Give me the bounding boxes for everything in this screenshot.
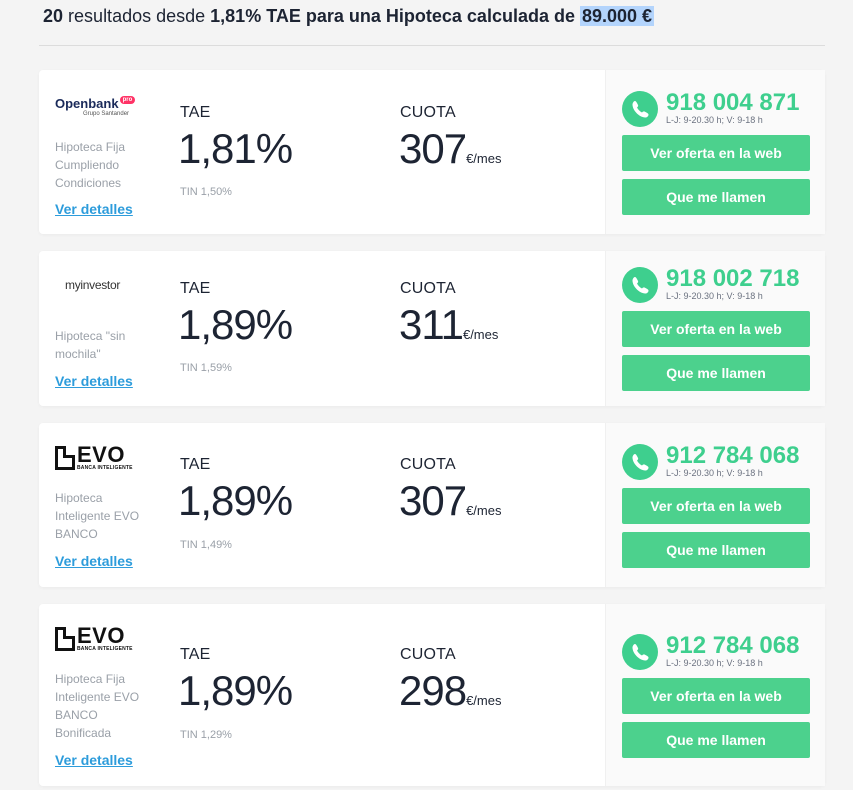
evo-logo: EVO BANCA INTELIGENTE <box>55 625 133 652</box>
tae-value: 1,89% <box>178 477 293 524</box>
contact-panel: 918 004 871 L-J: 9-20.30 h; V: 9-18 h Ve… <box>605 70 825 234</box>
tae-label: TAE <box>180 646 211 663</box>
results-count: 20 <box>43 6 64 26</box>
web-offer-button[interactable]: Ver oferta en la web <box>622 135 810 171</box>
results-summary: 20 resultados desde 1,81% TAE para una H… <box>43 6 655 27</box>
call-me-button[interactable]: Que me llamen <box>622 722 810 758</box>
results-text: resultados desde <box>68 6 206 26</box>
phone-icon[interactable] <box>622 91 658 127</box>
offer-info: myinvestor Hipoteca "sin mochila" Ver de… <box>39 251 605 406</box>
results-text-2: para una Hipoteca calculada de <box>305 6 575 26</box>
product-name: Hipoteca Fija Cumpliendo Condiciones <box>55 140 126 190</box>
contact-panel: 918 002 718 L-J: 9-20.30 h; V: 9-18 h Ve… <box>605 251 825 406</box>
cuota-unit: €/mes <box>466 693 502 708</box>
tin-value: TIN 1,50% <box>180 186 232 198</box>
tin-value: TIN 1,59% <box>180 362 232 374</box>
phone-number[interactable]: 912 784 068 <box>666 632 799 660</box>
phone-number[interactable]: 918 004 871 <box>666 89 799 117</box>
product-name: Hipoteca Inteligente EVO BANCO <box>55 491 140 541</box>
phone-number[interactable]: 912 784 068 <box>666 442 799 470</box>
cuota-unit: €/mes <box>462 327 499 342</box>
cuota-value: 307€/mes <box>399 477 502 524</box>
cuota-value: 311€/mes <box>399 301 499 348</box>
cuota-label: CUOTA <box>400 646 456 663</box>
product-name: Hipoteca "sin mochila" <box>55 329 126 361</box>
phone-hours: L-J: 9-20.30 h; V: 9-18 h <box>666 658 763 668</box>
cuota-label: CUOTA <box>400 280 456 297</box>
phone-icon[interactable] <box>622 444 658 480</box>
cuota-unit: €/mes <box>466 503 502 518</box>
phone-hours: L-J: 9-20.30 h; V: 9-18 h <box>666 115 763 125</box>
tae-label: TAE <box>180 456 211 473</box>
offer-card-myinvestor: myinvestor Hipoteca "sin mochila" Ver de… <box>39 251 825 406</box>
phone-number[interactable]: 918 002 718 <box>666 265 799 293</box>
offer-info: EVO BANCA INTELIGENTE Hipoteca Fija Inte… <box>39 604 605 786</box>
offer-card-evo-bonificada: EVO BANCA INTELIGENTE Hipoteca Fija Inte… <box>39 604 825 786</box>
results-rate: 1,81% TAE <box>210 6 301 26</box>
web-offer-button[interactable]: Ver oferta en la web <box>622 488 810 524</box>
offer-card-evo: EVO BANCA INTELIGENTE Hipoteca Inteligen… <box>39 423 825 587</box>
myinvestor-logo: myinvestor <box>65 278 121 292</box>
contact-panel: 912 784 068 L-J: 9-20.30 h; V: 9-18 h Ve… <box>605 604 825 786</box>
evo-logo: EVO BANCA INTELIGENTE <box>55 444 133 471</box>
cuota-value: 298€/mes <box>399 667 502 714</box>
results-amount: 89.000 € <box>580 6 655 26</box>
details-link[interactable]: Ver detalles <box>55 373 133 389</box>
phone-icon[interactable] <box>622 267 658 303</box>
tae-label: TAE <box>180 280 211 297</box>
tae-value: 1,81% <box>178 125 293 172</box>
tae-label: TAE <box>180 104 211 121</box>
web-offer-button[interactable]: Ver oferta en la web <box>622 678 810 714</box>
phone-hours: L-J: 9-20.30 h; V: 9-18 h <box>666 468 763 478</box>
offer-info: Openbank pro Grupo Santander Hipoteca Fij… <box>39 70 605 234</box>
product-name: Hipoteca Fija Inteligente EVO BANCO Boni… <box>55 672 140 740</box>
call-me-button[interactable]: Que me llamen <box>622 179 810 215</box>
cuota-label: CUOTA <box>400 104 456 121</box>
tae-value: 1,89% <box>178 301 293 348</box>
offer-info: EVO BANCA INTELIGENTE Hipoteca Inteligen… <box>39 423 605 587</box>
call-me-button[interactable]: Que me llamen <box>622 355 810 391</box>
tin-value: TIN 1,49% <box>180 539 232 551</box>
tae-value: 1,89% <box>178 667 293 714</box>
header-divider <box>39 45 825 46</box>
cuota-unit: €/mes <box>466 151 502 166</box>
offer-card-openbank: Openbank pro Grupo Santander Hipoteca Fij… <box>39 70 825 234</box>
details-link[interactable]: Ver detalles <box>55 752 133 768</box>
openbank-logo: Openbank pro Grupo Santander <box>55 96 136 117</box>
tin-value: TIN 1,29% <box>180 729 232 741</box>
web-offer-button[interactable]: Ver oferta en la web <box>622 311 810 347</box>
cuota-label: CUOTA <box>400 456 456 473</box>
contact-panel: 912 784 068 L-J: 9-20.30 h; V: 9-18 h Ve… <box>605 423 825 587</box>
details-link[interactable]: Ver detalles <box>55 201 133 217</box>
cuota-value: 307€/mes <box>399 125 502 172</box>
details-link[interactable]: Ver detalles <box>55 553 133 569</box>
phone-hours: L-J: 9-20.30 h; V: 9-18 h <box>666 291 763 301</box>
phone-icon[interactable] <box>622 634 658 670</box>
call-me-button[interactable]: Que me llamen <box>622 532 810 568</box>
